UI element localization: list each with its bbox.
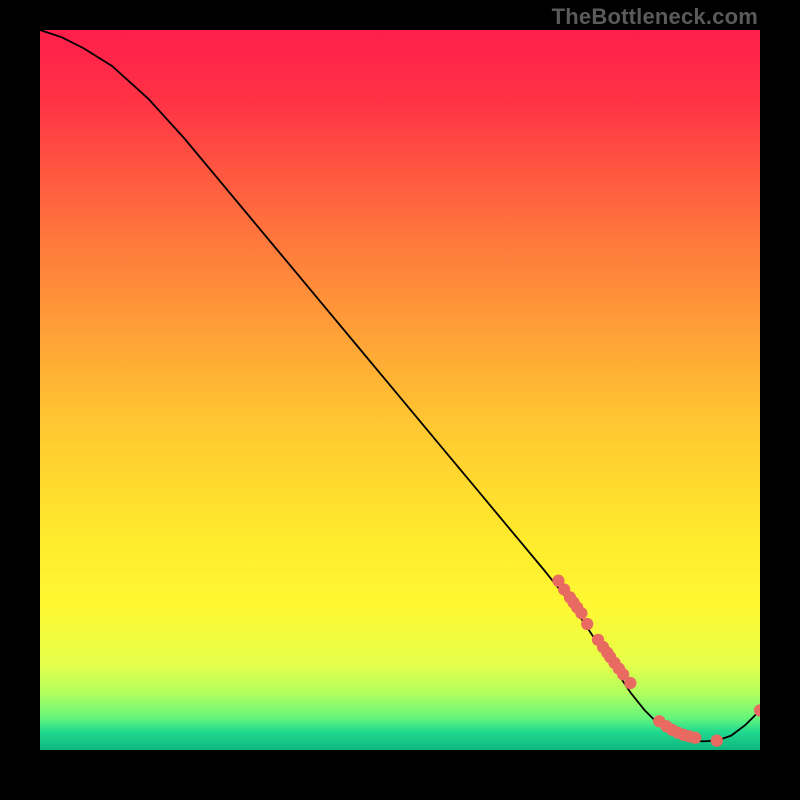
data-point [711, 735, 723, 747]
sample-points [552, 575, 760, 747]
watermark-text: TheBottleneck.com [552, 4, 758, 30]
bottleneck-curve [40, 30, 760, 741]
data-point [689, 732, 701, 744]
data-point [581, 618, 593, 630]
data-point [575, 607, 587, 619]
plot-area [40, 30, 760, 750]
data-point [624, 677, 636, 689]
chart-svg [40, 30, 760, 750]
